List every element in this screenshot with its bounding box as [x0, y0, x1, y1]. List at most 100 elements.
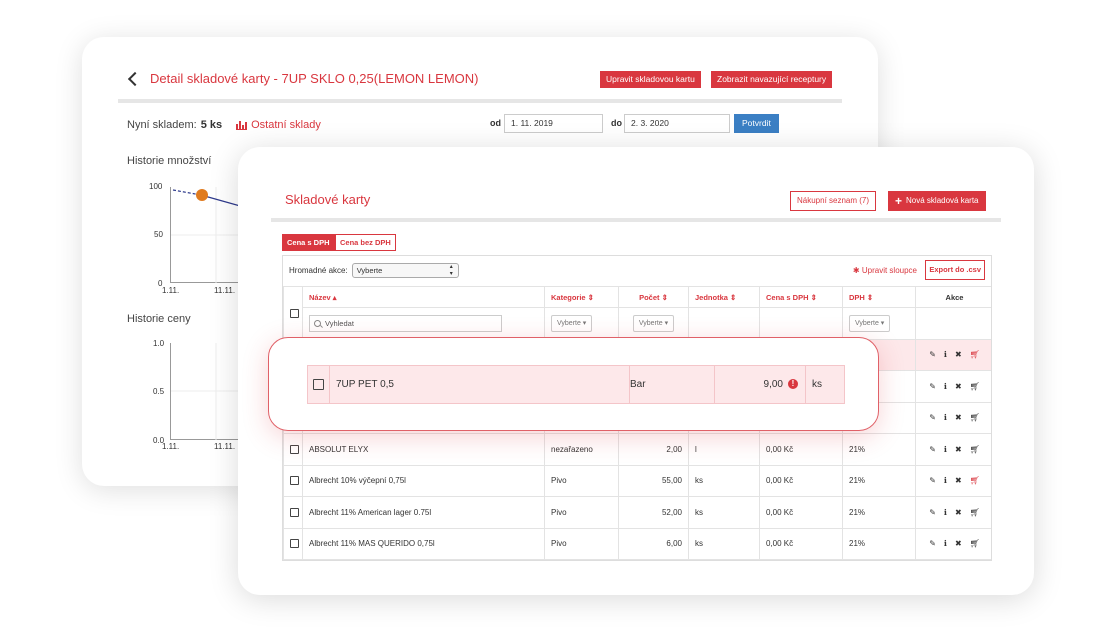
tab-price-without-vat[interactable]: Cena bez DPH [335, 234, 396, 251]
info-icon[interactable]: ℹ [944, 445, 947, 454]
select-all-checkbox[interactable] [290, 308, 299, 318]
confirm-button[interactable]: Potvrdit [734, 114, 779, 133]
highlight-category: Bar [630, 379, 646, 390]
row-actions: ✎ ℹ ✖ 🛒︎ [915, 464, 991, 497]
edit-stock-card-button[interactable]: Upravit skladovou kartu [600, 71, 701, 88]
delete-icon[interactable]: ✖ [955, 350, 962, 359]
edit-pencil-icon[interactable]: ✎ [929, 413, 936, 422]
vat-filter-select[interactable]: Vyberte ▾ [849, 314, 891, 332]
stock-label: Nyní skladem: [127, 119, 197, 131]
info-icon[interactable]: ℹ [944, 382, 947, 391]
bar-chart-icon [236, 120, 248, 130]
category-filter-select[interactable]: Vyberte ▾ [551, 314, 593, 332]
info-icon[interactable]: ℹ [944, 539, 947, 548]
row-price: 0,00 Kč [759, 496, 843, 529]
row-actions: ✎ ℹ ✖ 🛒︎ [915, 401, 991, 434]
table-header-row: Název ▴ Kategorie ⇕ Počet ⇕ Jednotka ⇕ C… [283, 286, 991, 340]
cart-icon[interactable]: 🛒︎ [970, 350, 980, 359]
table-row[interactable]: Albrecht 11% MAS QUERIDO 0,75l Pivo 6,00… [283, 527, 991, 560]
row-checkbox[interactable] [290, 507, 299, 517]
row-name: Albrecht 11% MAS QUERIDO 0,75l [302, 527, 545, 560]
cart-icon[interactable]: 🛒︎ [970, 413, 980, 422]
delete-icon[interactable]: ✖ [955, 413, 962, 422]
qty-data-point[interactable] [196, 189, 208, 201]
filter-cell-actions [915, 307, 991, 340]
price-tick-label: 0.5 [153, 387, 165, 396]
col-header-name[interactable]: Název ▴ [302, 286, 545, 308]
back-chevron-icon[interactable] [127, 71, 143, 86]
delete-icon[interactable]: ✖ [955, 539, 962, 548]
info-icon[interactable]: ℹ [944, 508, 947, 517]
edit-pencil-icon[interactable]: ✎ [929, 382, 936, 391]
new-stock-card-label: Nová skladová karta [906, 196, 979, 205]
row-name: Albrecht 11% American lager 0.75l [302, 496, 545, 529]
table-filter-row: Vyhledat Vyberte ▾ Vyberte ▾ Vyberte ▾ [284, 307, 991, 340]
page-title: Skladové karty [285, 192, 371, 207]
row-count: 6,00 [618, 527, 689, 560]
highlighted-row-callout: 7UP PET 0,5 Bar 9,00! ks [268, 337, 879, 431]
delete-icon[interactable]: ✖ [955, 382, 962, 391]
table-row[interactable]: Albrecht 10% výčepní 0,75l Pivo 55,00 ks… [283, 464, 991, 497]
col-header-vat[interactable]: DPH ⇕ [842, 286, 916, 308]
highlight-unit: ks [812, 379, 822, 390]
delete-icon[interactable]: ✖ [955, 508, 962, 517]
col-header-unit[interactable]: Jednotka ⇕ [688, 286, 760, 308]
edit-columns-link[interactable]: ✱ Upravit sloupce [853, 266, 917, 275]
edit-pencil-icon[interactable]: ✎ [929, 476, 936, 485]
detail-header: Detail skladové karty - 7UP SKLO 0,25(LE… [127, 71, 479, 86]
row-checkbox[interactable] [313, 379, 324, 390]
info-icon[interactable]: ℹ [944, 350, 947, 359]
price-history-title: Historie ceny [127, 313, 191, 325]
edit-pencil-icon[interactable]: ✎ [929, 539, 936, 548]
show-recipes-button[interactable]: Zobrazit navazující receptury [711, 71, 833, 88]
export-csv-button[interactable]: Export do .csv [925, 260, 985, 280]
col-header-price[interactable]: Cena s DPH ⇕ [759, 286, 843, 308]
delete-icon[interactable]: ✖ [955, 445, 962, 454]
col-header-count[interactable]: Počet ⇕ [618, 286, 689, 308]
edit-pencil-icon[interactable]: ✎ [929, 508, 936, 517]
cart-icon[interactable]: 🛒︎ [970, 445, 980, 454]
new-stock-card-button[interactable]: + Nová skladová karta [888, 191, 986, 211]
row-vat: 21% [842, 433, 916, 466]
plus-icon: + [895, 194, 903, 208]
table-row[interactable]: Albrecht 11% American lager 0.75l Pivo 5… [283, 496, 991, 529]
search-placeholder: Vyhledat [325, 318, 354, 328]
cart-icon[interactable]: 🛒︎ [970, 382, 980, 391]
delete-icon[interactable]: ✖ [955, 476, 962, 485]
highlighted-table-row[interactable]: 7UP PET 0,5 Bar 9,00! ks [307, 365, 845, 404]
row-unit: ks [688, 464, 760, 497]
info-icon[interactable]: ℹ [944, 413, 947, 422]
row-checkbox[interactable] [290, 444, 299, 454]
shopping-list-button[interactable]: Nákupní seznam (7) [790, 191, 877, 211]
row-checkbox[interactable] [290, 476, 299, 486]
search-input[interactable]: Vyhledat [309, 314, 502, 332]
row-checkbox[interactable] [290, 539, 299, 549]
table-row[interactable]: ABSOLUT ELYX nezařazeno 2,00 l 0,00 Kč 2… [283, 433, 991, 466]
date-to-label: do [611, 118, 622, 128]
highlight-count-cell: 9,00! [715, 379, 798, 390]
tab-price-with-vat[interactable]: Cena s DPH [282, 234, 335, 251]
detail-title: Detail skladové karty - 7UP SKLO 0,25(LE… [150, 71, 479, 86]
edit-pencil-icon[interactable]: ✎ [929, 445, 936, 454]
row-count: 52,00 [618, 496, 689, 529]
header-divider [271, 218, 1001, 222]
count-filter-select[interactable]: Vyberte ▾ [632, 314, 675, 332]
date-to-input[interactable]: 2. 3. 2020 [624, 114, 730, 133]
info-icon[interactable]: ℹ [944, 476, 947, 485]
row-unit: ks [688, 496, 760, 529]
other-stores-link[interactable]: Ostatní sklady [251, 119, 321, 131]
cart-icon[interactable]: 🛒︎ [970, 508, 980, 517]
filter-cell-price [759, 307, 843, 340]
edit-pencil-icon[interactable]: ✎ [929, 350, 936, 359]
gear-icon: ✱ [852, 266, 860, 275]
cart-icon[interactable]: 🛒︎ [970, 539, 980, 548]
date-from-input[interactable]: 1. 11. 2019 [504, 114, 603, 133]
col-header-category[interactable]: Kategorie ⇕ [544, 286, 619, 308]
qty-x-tick: 1.11. [162, 286, 180, 295]
highlight-count: 9,00 [763, 379, 783, 390]
row-checkbox-cell [283, 433, 303, 466]
filter-cell-vat: Vyberte ▾ [842, 307, 916, 340]
cart-icon[interactable]: 🛒︎ [970, 476, 980, 485]
bulk-actions: Hromadné akce: Vyberte [289, 263, 459, 278]
bulk-actions-select[interactable]: Vyberte [351, 263, 459, 278]
